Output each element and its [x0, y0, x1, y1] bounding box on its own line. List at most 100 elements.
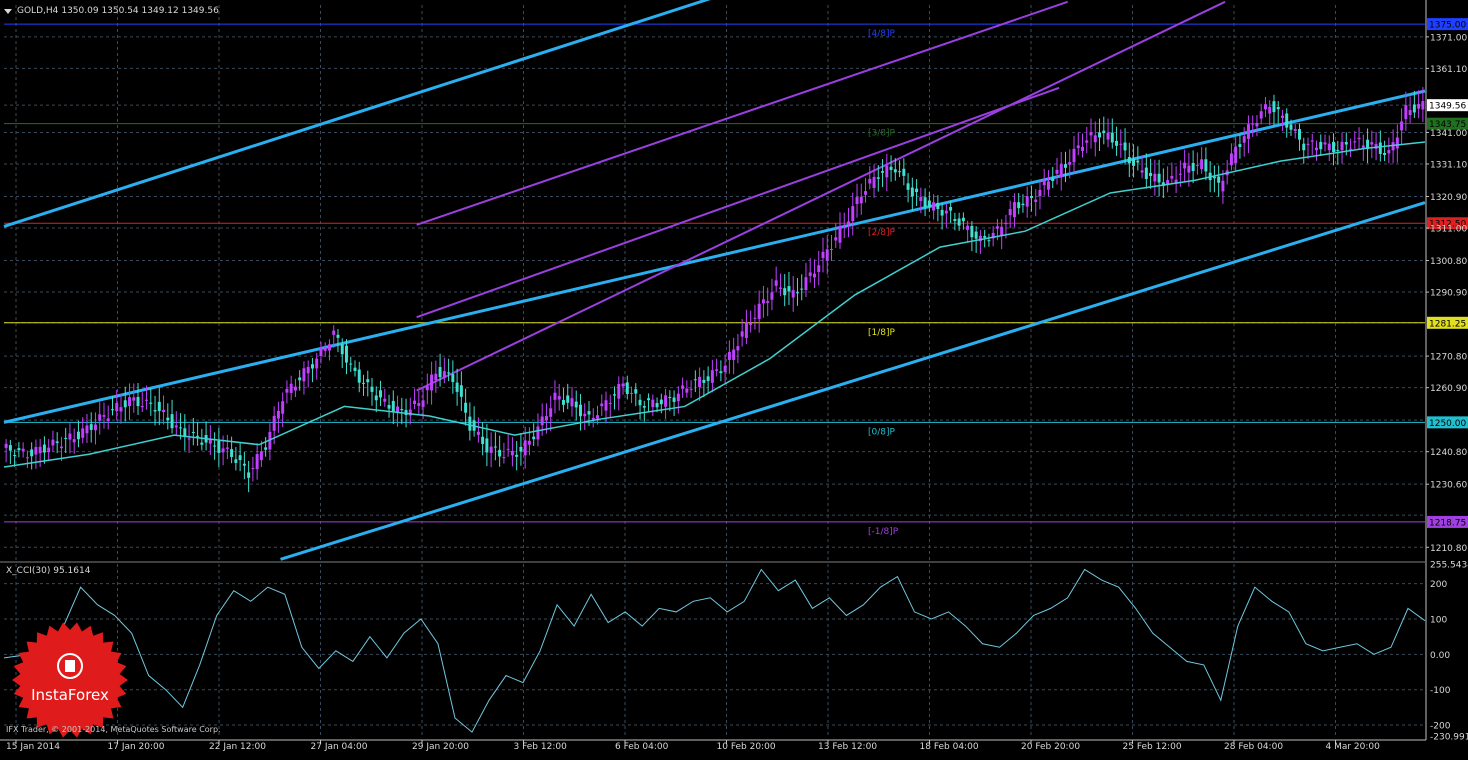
candle-bull	[221, 448, 225, 453]
candle-bear	[459, 385, 463, 397]
candle-bull	[808, 272, 812, 276]
candle-bear	[881, 171, 885, 173]
candle-bull	[817, 265, 821, 272]
candle-bull	[685, 388, 689, 393]
candle-bear	[672, 397, 676, 402]
candle-bull	[293, 386, 297, 391]
candle-bull	[1361, 145, 1365, 148]
time-tick-label: 20 Feb 20:00	[1021, 742, 1080, 752]
candle-bear	[179, 427, 183, 429]
candle-bear	[970, 225, 974, 238]
candle-bear	[1021, 203, 1025, 206]
candle-bear	[902, 168, 906, 176]
candle-bull	[4, 443, 8, 448]
candle-bull	[834, 237, 838, 241]
price-tick-label: 1311.00	[1430, 225, 1467, 235]
candle-bear	[1285, 113, 1289, 128]
candle-bear	[498, 449, 502, 457]
copyright-text: IFX Trader, © 2001-2014, MetaQuotes Soft…	[6, 725, 221, 734]
candle-bear	[1157, 173, 1161, 183]
candle-bull	[323, 347, 327, 351]
candle-bull	[1119, 143, 1123, 145]
candle-bull	[315, 358, 319, 369]
candle-bull	[1349, 148, 1353, 150]
candle-bull	[847, 221, 851, 225]
candle-bull	[1387, 150, 1391, 154]
candle-bear	[64, 437, 68, 439]
candle-bear	[387, 404, 391, 409]
candle-bear	[455, 382, 459, 392]
candle-bull	[255, 454, 259, 470]
candle-bull	[1042, 179, 1046, 186]
level-label: [-1/8]P	[868, 527, 899, 537]
candle-bull	[132, 397, 136, 401]
candle-bull	[434, 373, 438, 381]
candle-bear	[1217, 176, 1221, 183]
candle-bull	[1034, 199, 1038, 202]
candle-bear	[485, 438, 489, 453]
candle-bear	[400, 409, 404, 411]
candle-bull	[1357, 137, 1361, 140]
candle-bear	[983, 235, 987, 238]
candle-bear	[468, 416, 472, 431]
candle-bull	[187, 438, 191, 440]
candle-bear	[336, 334, 340, 338]
candle-bear	[940, 209, 944, 216]
candle-bull	[1183, 162, 1187, 169]
candle-bull	[600, 403, 604, 407]
chart-window[interactable]: [4/8]P 1375.00 [3/8]P 1343.75 [2/8]P 1312.50[…	[0, 0, 1468, 756]
candle-bear	[264, 447, 268, 450]
candle-bull	[302, 368, 306, 382]
candle-bear	[587, 411, 591, 415]
candle-bull	[774, 280, 778, 286]
candle-bull	[281, 401, 285, 414]
candle-bull	[536, 426, 540, 440]
candle-bear	[1238, 144, 1242, 147]
candle-bull	[740, 331, 744, 337]
level-price-text: 1218.75	[1429, 518, 1466, 528]
candle-bull	[489, 446, 493, 453]
candle-bull	[766, 301, 770, 303]
candle-bear	[1191, 162, 1195, 171]
candle-bear	[217, 440, 221, 453]
candle-bull	[102, 415, 106, 417]
candle-bull	[1327, 143, 1331, 151]
candle-bear	[613, 394, 617, 396]
candle-bull	[583, 413, 587, 417]
candle-bull	[812, 273, 816, 278]
candle-bear	[561, 399, 565, 405]
candle-bear	[1064, 164, 1067, 168]
candle-bear	[1383, 153, 1387, 156]
candle-bull	[1038, 189, 1042, 197]
candle-bull	[1025, 196, 1029, 207]
level-price-text: 1375.00	[1429, 21, 1466, 31]
candle-bear	[166, 417, 170, 421]
candle-bull	[93, 424, 97, 431]
candle-bear	[200, 442, 204, 445]
candle-bear	[706, 376, 710, 381]
candle-bull	[830, 249, 833, 251]
candle-bear	[451, 374, 455, 383]
time-tick-label: 13 Feb 12:00	[818, 742, 877, 752]
price-chart-svg[interactable]: [4/8]P1375.00[3/8]P1343.75[2/8]P1312.50[…	[0, 0, 1468, 756]
candle-bull	[162, 409, 166, 413]
candle-bear	[1136, 160, 1140, 163]
candle-bear	[655, 403, 659, 408]
candle-bull	[1004, 222, 1008, 225]
dropdown-triangle-icon[interactable]	[4, 8, 12, 14]
level-label: [2/8]P	[868, 228, 896, 238]
candle-bear	[647, 398, 651, 401]
candle-bear	[230, 449, 234, 457]
candle-bull	[1310, 140, 1314, 142]
candle-bear	[1204, 159, 1208, 172]
candle-bear	[532, 436, 536, 440]
candle-bull	[864, 191, 868, 195]
candle-bull	[855, 197, 859, 204]
candle-bull	[1259, 111, 1263, 119]
candle-bear	[519, 446, 523, 452]
candle-bear	[136, 396, 140, 407]
current-price-label: 1349.56	[1429, 102, 1466, 112]
candle-bull	[549, 408, 553, 417]
time-tick-label: 6 Feb 04:00	[615, 742, 669, 752]
candle-bull	[251, 467, 255, 469]
